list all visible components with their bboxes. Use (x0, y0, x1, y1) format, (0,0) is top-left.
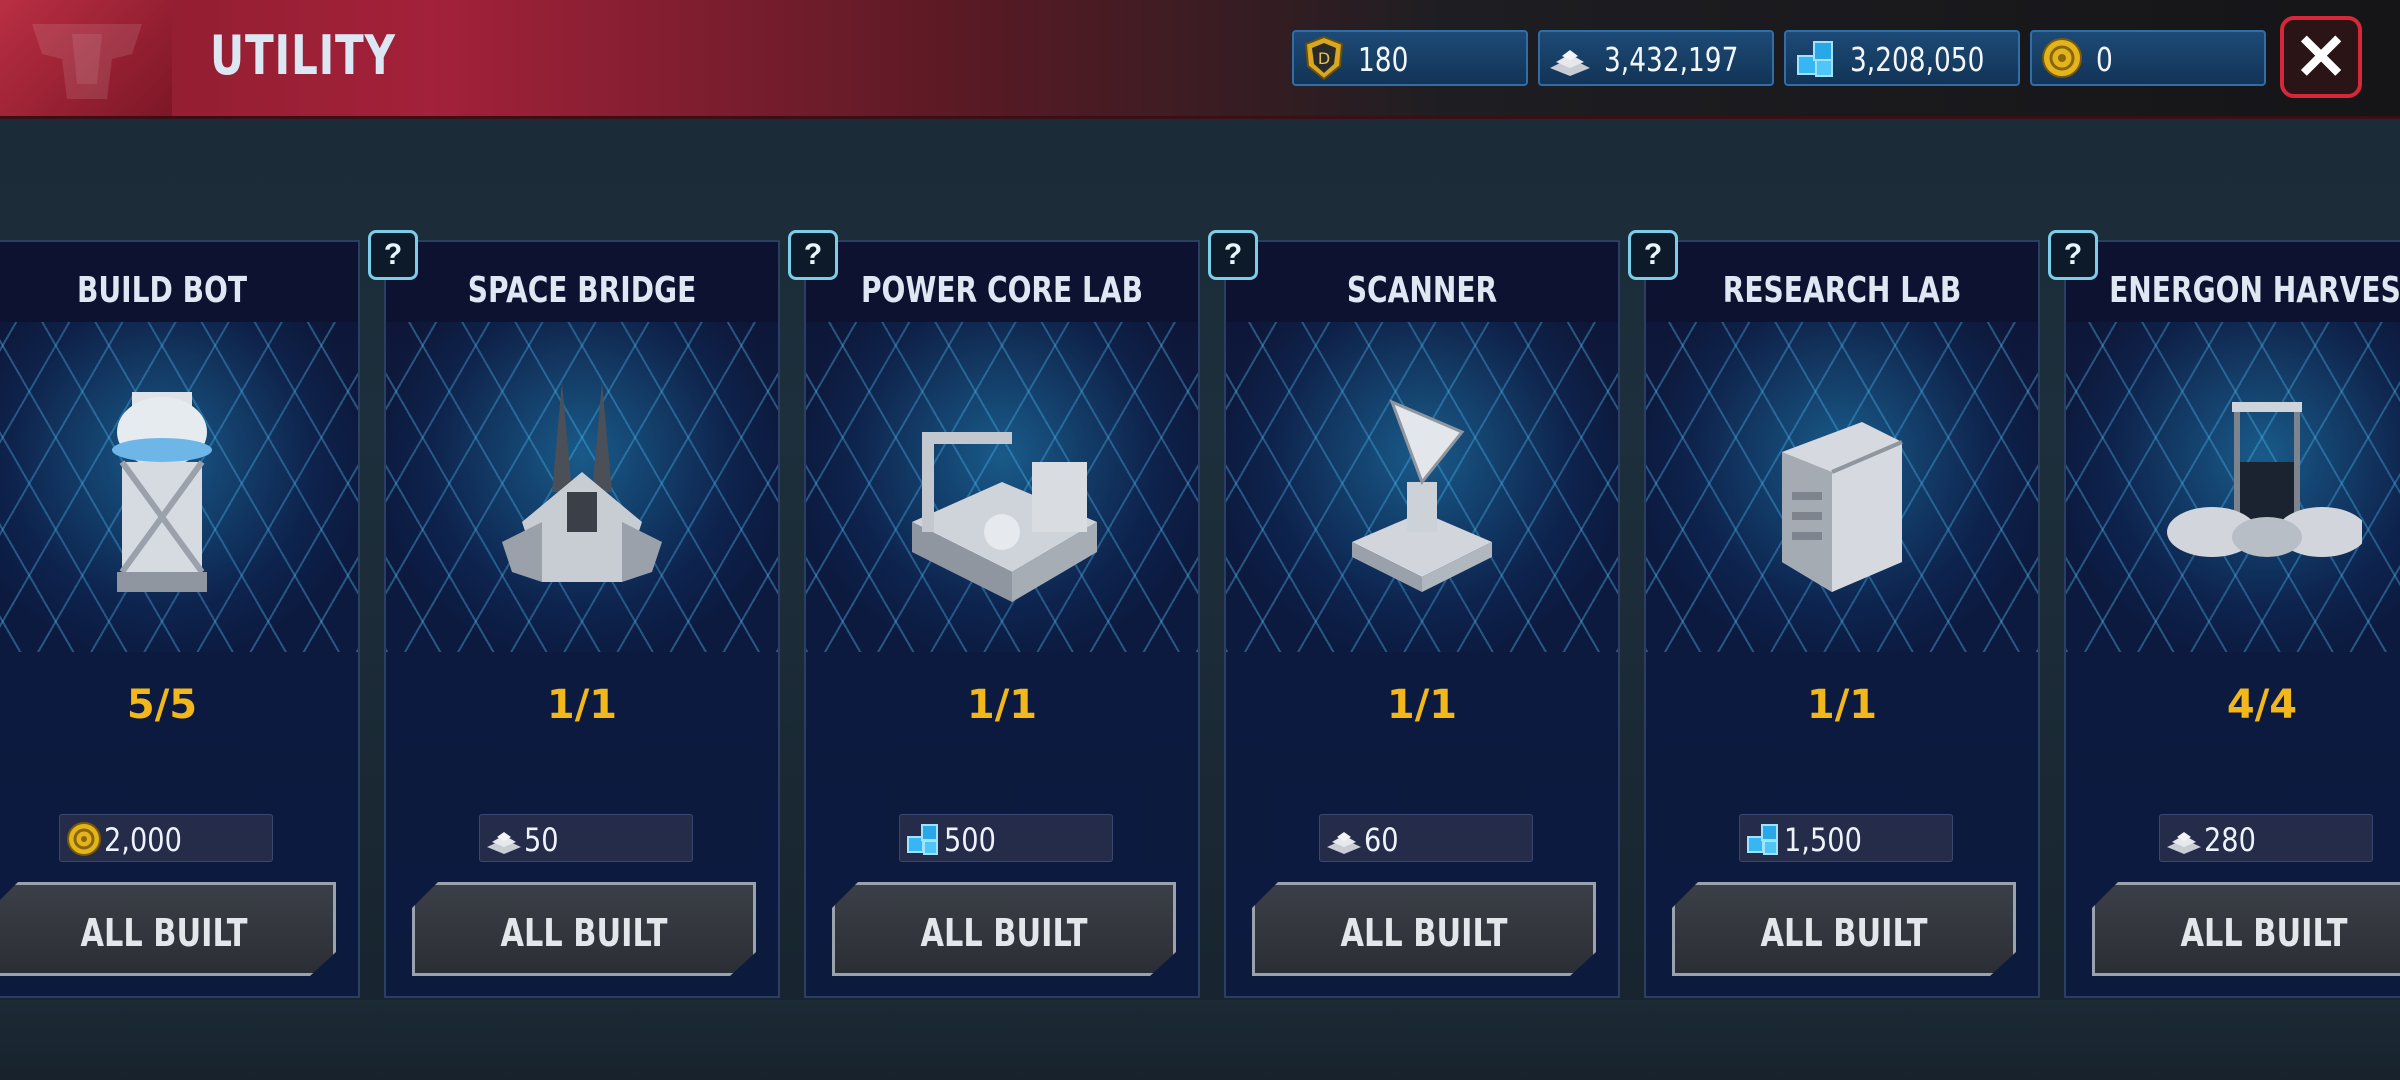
building-card[interactable]: SCANNER 1/1 60 ALL BUILT (1224, 240, 1620, 998)
button-label: ALL BUILT (500, 911, 668, 955)
build-cost: 2,000 (59, 814, 273, 862)
energon-icon (1797, 41, 1833, 77)
medal-counter: D 180 (1292, 30, 1528, 86)
building-name: BUILD BOT (76, 270, 248, 311)
all-built-button[interactable]: ALL BUILT (412, 882, 756, 976)
button-label: ALL BUILT (1340, 911, 1508, 955)
page-title: UTILITY (210, 24, 396, 87)
build-cost: 1,500 (1739, 814, 1953, 862)
building-card[interactable]: BUILD BOT 5/5 2,000 ALL BUILT (0, 240, 360, 998)
alloy-counter: 3,432,197 (1538, 30, 1774, 86)
building-count: 4/4 (2226, 682, 2298, 728)
cost-value: 2,000 (104, 821, 182, 859)
building-count: 1/1 (1386, 682, 1458, 728)
help-button[interactable]: ? (368, 230, 418, 280)
energon-icon (904, 819, 944, 859)
build-cost: 50 (479, 814, 693, 862)
all-built-button[interactable]: ALL BUILT (0, 882, 336, 976)
background-strip (0, 1000, 2400, 1080)
help-button[interactable]: ? (788, 230, 838, 280)
building-name: SPACE BRIDGE (467, 270, 697, 311)
question-icon: ? (1643, 238, 1663, 271)
building-image (2162, 372, 2367, 612)
cost-value: 60 (1364, 821, 1399, 859)
faction-logo-icon (0, 0, 172, 116)
all-built-button[interactable]: ALL BUILT (1672, 882, 2016, 976)
cost-value: 280 (2204, 821, 2256, 859)
question-icon: ? (1223, 238, 1243, 271)
building-image (482, 372, 682, 612)
help-button[interactable]: ? (1208, 230, 1258, 280)
build-cost: 500 (899, 814, 1113, 862)
building-image (62, 372, 262, 612)
close-button[interactable]: ✕ (2280, 16, 2362, 98)
button-label: ALL BUILT (920, 911, 1088, 955)
building-count: 1/1 (1806, 682, 1878, 728)
building-count: 1/1 (966, 682, 1038, 728)
button-label: ALL BUILT (1760, 911, 1928, 955)
building-name: SCANNER (1346, 270, 1498, 311)
help-button[interactable]: ? (2048, 230, 2098, 280)
cost-value: 50 (524, 821, 559, 859)
building-name: RESEARCH LAB (1722, 270, 1962, 311)
building-card[interactable]: POWER CORE LAB 1/1 500 ALL BUILT (804, 240, 1200, 998)
building-card[interactable]: ENERGON HARVESTER 4/4 280 ALL BUILT (2064, 240, 2400, 998)
cost-value: 1,500 (1784, 821, 1862, 859)
button-label: ALL BUILT (2180, 911, 2348, 955)
all-built-button[interactable]: ALL BUILT (2092, 882, 2400, 976)
building-image (1742, 372, 1942, 612)
all-built-button[interactable]: ALL BUILT (1252, 882, 1596, 976)
cost-value: 500 (944, 821, 996, 859)
close-icon: ✕ (2294, 21, 2348, 93)
energon-counter: 3,208,050 (1784, 30, 2020, 86)
building-card[interactable]: RESEARCH LAB 1/1 1,500 ALL BUILT (1644, 240, 2040, 998)
alloy-icon (2164, 819, 2204, 859)
question-icon: ? (383, 238, 403, 271)
building-name: ENERGON HARVESTER (2109, 270, 2400, 311)
building-count: 5/5 (126, 682, 198, 728)
question-icon: ? (2063, 238, 2083, 271)
alloy-icon (1324, 819, 1364, 859)
building-name: POWER CORE LAB (860, 270, 1144, 311)
building-card[interactable]: SPACE BRIDGE 1/1 50 ALL BUILT (384, 240, 780, 998)
top-bar: UTILITY D 180 3,432,197 3,208,050 0 ✕ (0, 0, 2400, 119)
gold-icon (64, 819, 104, 859)
building-image (902, 372, 1102, 612)
medal-icon: D (1304, 35, 1344, 81)
all-built-button[interactable]: ALL BUILT (832, 882, 1176, 976)
help-button[interactable]: ? (1628, 230, 1678, 280)
energon-icon (1744, 819, 1784, 859)
build-cost: 60 (1319, 814, 1533, 862)
building-image (1322, 372, 1522, 612)
gold-icon (2042, 38, 2082, 78)
question-icon: ? (803, 238, 823, 271)
alloy-icon (484, 819, 524, 859)
button-label: ALL BUILT (80, 911, 248, 955)
gold-counter: 0 (2030, 30, 2266, 86)
svg-text:D: D (1318, 49, 1330, 68)
building-count: 1/1 (546, 682, 618, 728)
build-cost: 280 (2159, 814, 2373, 862)
alloy-icon (1550, 50, 1590, 76)
